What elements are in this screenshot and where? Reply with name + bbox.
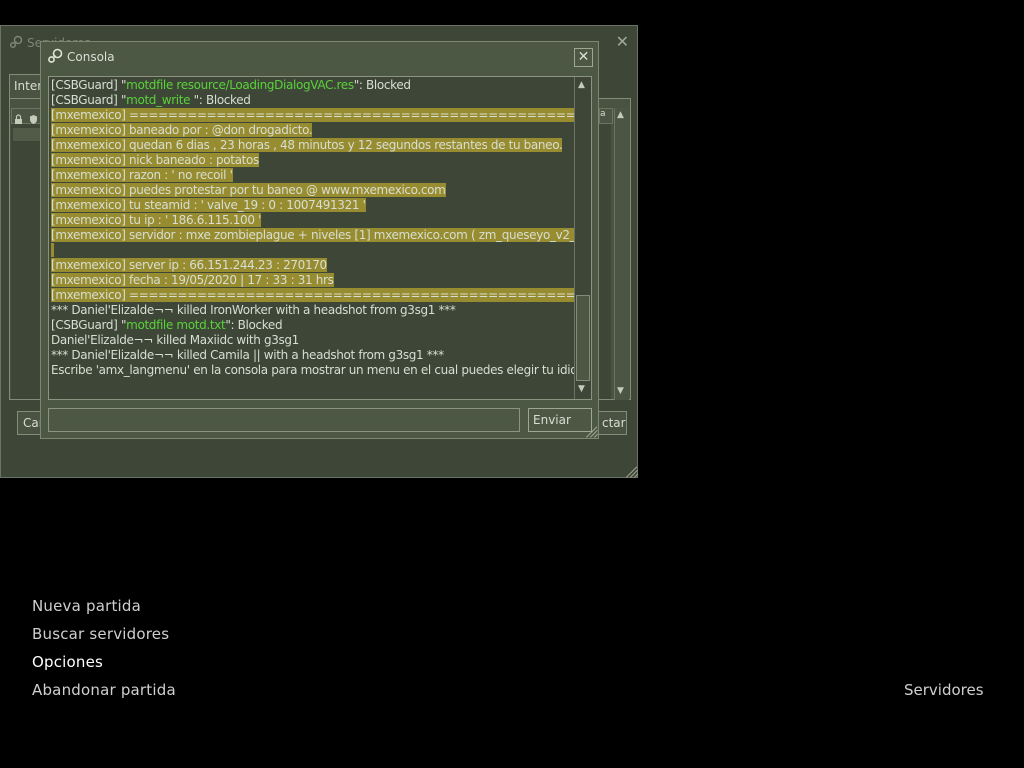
- console-line-segment: [mxemexico] puedes protestar por tu bane…: [51, 183, 446, 197]
- scroll-up-icon[interactable]: ▲: [617, 110, 624, 120]
- menu-item-new-game[interactable]: Nueva partida: [32, 597, 141, 615]
- console-line: [mxemexico] baneado por : @don drogadict…: [51, 123, 574, 138]
- console-line-segment: *** Daniel'Elizalde¬¬ killed IronWorker …: [51, 303, 456, 317]
- console-line: [mxemexico] tu steamid : ' valve_19 : 0 …: [51, 198, 574, 213]
- console-line: *** Daniel'Elizalde¬¬ killed IronWorker …: [51, 303, 574, 318]
- connect-button[interactable]: ctar: [597, 411, 627, 435]
- console-line-segment: [mxemexico] fecha : 19/05/2020 | 17 : 33…: [51, 273, 334, 287]
- console-line-segment: [CSBGuard] ": [51, 93, 127, 107]
- console-titlebar[interactable]: Consola: [47, 48, 115, 68]
- console-line: Escribe 'amx_langmenu' en la consola par…: [51, 363, 591, 378]
- console-line-segment: [CSBGuard] ": [51, 318, 127, 332]
- scroll-down-icon[interactable]: ▼: [617, 386, 624, 396]
- console-line-segment: Escribe 'amx_langmenu' en la consola par…: [51, 363, 592, 377]
- menu-item-find-servers[interactable]: Buscar servidores: [32, 625, 169, 643]
- column-header-partial[interactable]: a: [599, 108, 613, 124]
- console-log-lines: [CSBGuard] "motdfile resource/LoadingDia…: [51, 78, 591, 378]
- console-line-segment: Daniel'Elizalde¬¬ killed Maxiidc with g3…: [51, 333, 299, 347]
- console-line-segment: *** Daniel'Elizalde¬¬ killed Camila || w…: [51, 348, 444, 362]
- console-line: [mxemexico] servidor : mxe zombieplague …: [51, 228, 591, 243]
- scroll-down-icon[interactable]: ▼: [578, 384, 585, 394]
- console-line-segment: motdfile motd.txt: [126, 318, 226, 332]
- console-line-segment: motd_write: [126, 93, 194, 107]
- console-command-input[interactable]: [48, 408, 520, 432]
- console-scroll-thumb[interactable]: [576, 295, 590, 381]
- console-line: [51, 243, 574, 258]
- console-line-segment: [mxemexico] server ip : 66.151.244.23 : …: [51, 258, 327, 272]
- console-close-button[interactable]: ✕: [574, 48, 593, 67]
- console-line: [CSBGuard] "motd_write ": Blocked: [51, 93, 574, 108]
- console-line-segment: [mxemexico] tu ip : ' 186.6.115.100 ': [51, 213, 262, 227]
- console-line: [mxemexico] ============================…: [51, 108, 591, 123]
- console-scrollbar[interactable]: ▲ ▼: [574, 77, 591, 399]
- scroll-up-icon[interactable]: ▲: [578, 80, 585, 90]
- console-title: Consola: [67, 50, 115, 64]
- console-line: [mxemexico] quedan 6 dias , 23 horas , 4…: [51, 138, 574, 153]
- console-window: Consola ✕ [CSBGuard] "motdfile resource/…: [40, 41, 599, 439]
- console-line: [mxemexico] ============================…: [51, 288, 591, 303]
- console-line: [CSBGuard] "motdfile motd.txt": Blocked: [51, 318, 574, 333]
- console-line-segment: [mxemexico] tu steamid : ' valve_19 : 0 …: [51, 198, 366, 212]
- console-line-segment: ": Blocked: [193, 93, 251, 107]
- console-line: [mxemexico] nick baneado : potatos: [51, 153, 574, 168]
- console-line: Daniel'Elizalde¬¬ killed Maxiidc with g3…: [51, 333, 574, 348]
- server-list-scrollbar[interactable]: ▲ ▼: [614, 108, 629, 400]
- send-button[interactable]: Enviar: [528, 408, 592, 432]
- console-line: *** Daniel'Elizalde¬¬ killed Camila || w…: [51, 348, 574, 363]
- resize-grip-icon[interactable]: [625, 465, 639, 478]
- servers-close-icon[interactable]: ✕: [616, 32, 629, 51]
- console-line: [mxemexico] razon : ' no recoil ': [51, 168, 574, 183]
- console-line-segment: [mxemexico] servidor : mxe zombieplague …: [51, 228, 591, 242]
- console-line: [mxemexico] tu ip : ' 186.6.115.100 ': [51, 213, 574, 228]
- steam-icon: [47, 48, 63, 64]
- console-log[interactable]: [CSBGuard] "motdfile resource/LoadingDia…: [48, 76, 592, 400]
- console-line: [mxemexico] puedes protestar por tu bane…: [51, 183, 574, 198]
- console-line-segment: [mxemexico] ============================…: [51, 288, 591, 302]
- resize-grip-icon[interactable]: [585, 425, 599, 438]
- console-line-segment: [mxemexico] quedan 6 dias , 23 horas , 4…: [51, 138, 563, 152]
- console-line-segment: [mxemexico] ============================…: [51, 108, 591, 122]
- console-line-segment: [CSBGuard] ": [51, 78, 127, 92]
- server-list-selected-row[interactable]: [13, 128, 43, 141]
- console-line-segment: [mxemexico] baneado por : @don drogadict…: [51, 123, 313, 137]
- menu-item-leave-game[interactable]: Abandonar partida: [32, 681, 176, 699]
- console-line-segment: ": Blocked: [353, 78, 411, 92]
- console-line: [mxemexico] server ip : 66.151.244.23 : …: [51, 258, 574, 273]
- console-line-segment: [mxemexico] razon : ' no recoil ': [51, 168, 233, 182]
- console-line-segment: [mxemexico] nick baneado : potatos: [51, 153, 259, 167]
- console-line: [CSBGuard] "motdfile resource/LoadingDia…: [51, 78, 574, 93]
- console-line-segment: motdfile resource/LoadingDialogVAC.res: [126, 78, 354, 92]
- steam-icon: [9, 35, 23, 49]
- console-line: [mxemexico] fecha : 19/05/2020 | 17 : 33…: [51, 273, 574, 288]
- menu-item-options[interactable]: Opciones: [32, 653, 103, 671]
- menu-item-servers[interactable]: Servidores: [904, 681, 984, 699]
- console-line-segment: ": Blocked: [225, 318, 283, 332]
- console-line-segment: [51, 243, 55, 257]
